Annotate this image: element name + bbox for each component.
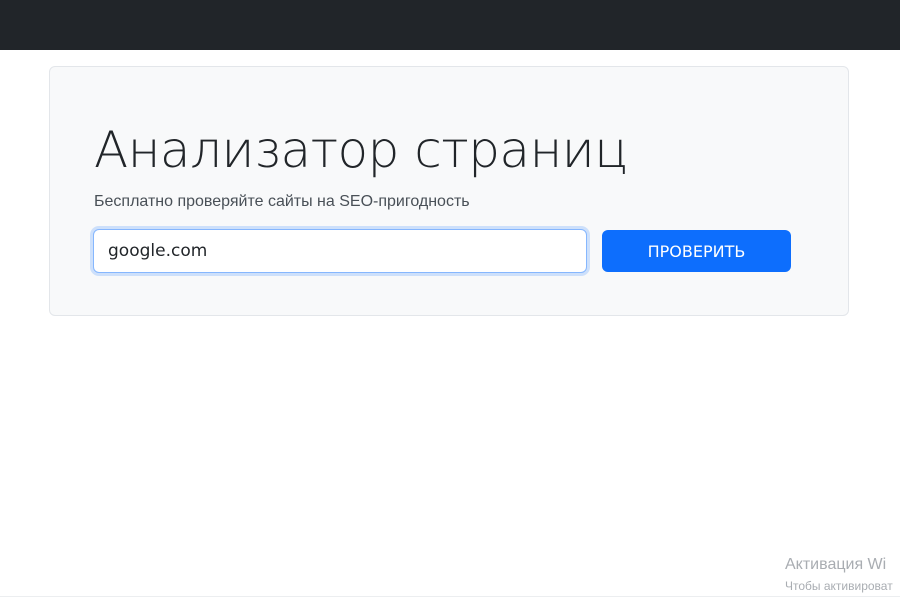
hero-panel: Анализатор страниц Бесплатно проверяйте … xyxy=(49,66,849,316)
windows-activation-watermark: Активация Wi Чтобы активироват xyxy=(785,555,900,595)
url-input[interactable] xyxy=(93,229,587,273)
page-subtitle: Бесплатно проверяйте сайты на SEO-пригод… xyxy=(94,193,470,210)
page-bottom-divider xyxy=(0,596,900,597)
check-button[interactable]: ПРОВЕРИТЬ xyxy=(602,230,791,272)
watermark-subtitle: Чтобы активироват xyxy=(785,579,893,593)
page-title: Анализатор страниц xyxy=(94,121,628,179)
watermark-title: Активация Wi xyxy=(785,556,887,573)
top-navbar xyxy=(0,0,900,50)
